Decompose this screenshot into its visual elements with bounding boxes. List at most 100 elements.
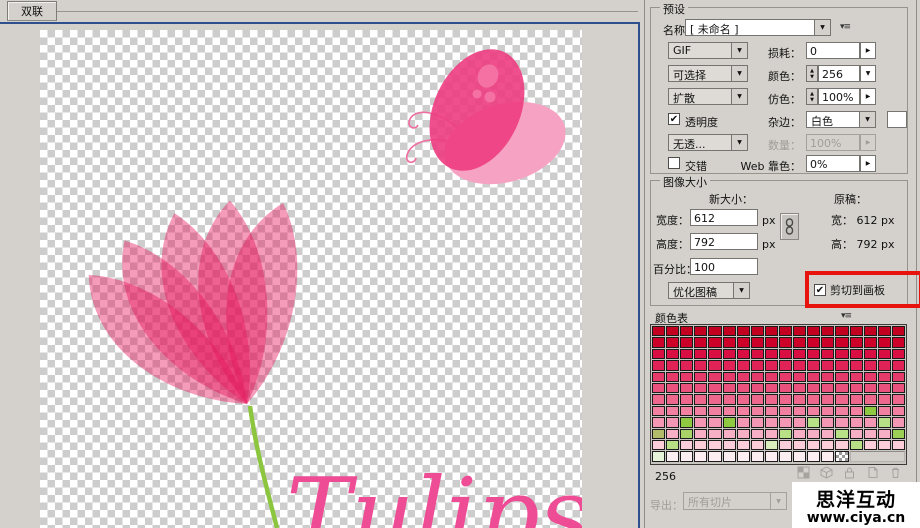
color-swatch[interactable] <box>723 451 736 461</box>
color-swatch[interactable] <box>878 337 891 347</box>
stepper-down-icon[interactable]: ▼ <box>810 97 814 103</box>
color-swatch[interactable] <box>793 451 806 461</box>
color-swatch[interactable] <box>892 440 905 450</box>
colors-field[interactable]: 256 <box>818 65 860 82</box>
color-swatch[interactable] <box>850 417 863 427</box>
color-swatch[interactable] <box>737 394 750 404</box>
color-swatch[interactable] <box>680 337 693 347</box>
snap-to-web-palette-icon[interactable] <box>797 466 810 479</box>
color-swatch[interactable] <box>864 440 877 450</box>
color-swatch[interactable] <box>666 429 679 439</box>
color-swatch[interactable] <box>779 406 792 416</box>
color-swatch[interactable] <box>751 406 764 416</box>
lossy-field[interactable]: 0 <box>806 42 860 59</box>
color-swatch[interactable] <box>892 406 905 416</box>
color-swatch[interactable] <box>666 417 679 427</box>
color-swatch[interactable] <box>723 429 736 439</box>
color-swatch[interactable] <box>807 406 820 416</box>
dither-slider-button[interactable]: ▶ <box>860 88 876 105</box>
color-swatch[interactable] <box>835 451 848 461</box>
color-swatch[interactable] <box>694 440 707 450</box>
optimize-artwork-dropdown[interactable]: 优化图稿 ▼ <box>668 282 750 299</box>
color-table-menu-icon[interactable]: ▾≡ <box>841 311 851 321</box>
new-color-icon[interactable] <box>866 466 879 479</box>
color-swatch[interactable] <box>694 383 707 393</box>
color-swatch[interactable] <box>835 440 848 450</box>
color-swatch[interactable] <box>835 372 848 382</box>
color-swatch[interactable] <box>694 337 707 347</box>
chevron-down-icon[interactable]: ▼ <box>731 89 747 104</box>
color-swatch[interactable] <box>737 337 750 347</box>
color-swatch[interactable] <box>850 337 863 347</box>
color-swatch[interactable] <box>864 417 877 427</box>
color-swatch[interactable] <box>708 360 721 370</box>
color-swatch[interactable] <box>821 417 834 427</box>
color-swatch[interactable] <box>765 451 778 461</box>
color-swatch[interactable] <box>652 394 665 404</box>
color-swatch[interactable] <box>807 349 820 359</box>
color-swatch[interactable] <box>779 440 792 450</box>
web-shift-cube-icon[interactable] <box>820 466 833 479</box>
chevron-down-icon[interactable]: ▼ <box>731 43 747 58</box>
color-swatch[interactable] <box>864 360 877 370</box>
color-swatch[interactable] <box>708 440 721 450</box>
color-swatch[interactable] <box>652 417 665 427</box>
color-swatch[interactable] <box>793 349 806 359</box>
color-swatch[interactable] <box>850 349 863 359</box>
color-swatch[interactable] <box>680 372 693 382</box>
chevron-down-icon[interactable]: ▼ <box>731 135 747 150</box>
color-swatch[interactable] <box>765 394 778 404</box>
color-swatch[interactable] <box>751 383 764 393</box>
color-swatch[interactable] <box>821 429 834 439</box>
color-swatch[interactable] <box>708 451 721 461</box>
lossy-slider-button[interactable]: ▶ <box>860 42 876 59</box>
color-swatch[interactable] <box>878 406 891 416</box>
color-swatch[interactable] <box>779 360 792 370</box>
color-swatch[interactable] <box>694 394 707 404</box>
color-swatch[interactable] <box>708 417 721 427</box>
color-swatch[interactable] <box>835 406 848 416</box>
color-swatch[interactable] <box>666 383 679 393</box>
color-swatch[interactable] <box>680 429 693 439</box>
color-swatch[interactable] <box>793 326 806 336</box>
color-swatch[interactable] <box>793 406 806 416</box>
color-swatch[interactable] <box>723 326 736 336</box>
color-swatch[interactable] <box>666 394 679 404</box>
color-swatch[interactable] <box>765 337 778 347</box>
color-swatch[interactable] <box>737 451 750 461</box>
color-swatch[interactable] <box>694 417 707 427</box>
color-swatch[interactable] <box>765 406 778 416</box>
format-dropdown[interactable]: GIF ▼ <box>668 42 748 59</box>
color-swatch[interactable] <box>694 372 707 382</box>
color-swatch[interactable] <box>737 349 750 359</box>
websnap-field[interactable]: 0% <box>806 155 860 172</box>
color-swatch[interactable] <box>751 394 764 404</box>
color-swatch[interactable] <box>807 326 820 336</box>
color-swatch[interactable] <box>835 337 848 347</box>
color-swatch[interactable] <box>878 360 891 370</box>
color-swatch[interactable] <box>864 429 877 439</box>
color-swatch[interactable] <box>892 337 905 347</box>
artboard-canvas[interactable]: Tulips <box>40 30 582 528</box>
color-swatch[interactable] <box>666 337 679 347</box>
color-swatch[interactable] <box>807 417 820 427</box>
color-swatch[interactable] <box>878 417 891 427</box>
color-swatch[interactable] <box>737 406 750 416</box>
websnap-slider-button[interactable]: ▶ <box>860 155 876 172</box>
color-swatch[interactable] <box>751 360 764 370</box>
color-swatch[interactable] <box>779 417 792 427</box>
color-swatch[interactable] <box>666 451 679 461</box>
color-swatch[interactable] <box>652 406 665 416</box>
clip-to-artboard-checkbox[interactable]: ✔ <box>814 284 826 296</box>
color-swatch[interactable] <box>652 429 665 439</box>
color-swatch[interactable] <box>892 372 905 382</box>
color-swatch[interactable] <box>652 326 665 336</box>
color-swatch[interactable] <box>737 372 750 382</box>
transparency-dither-dropdown[interactable]: 无透... ▼ <box>668 134 748 151</box>
color-swatch[interactable] <box>737 440 750 450</box>
color-swatch[interactable] <box>779 326 792 336</box>
color-swatch[interactable] <box>779 372 792 382</box>
color-swatch[interactable] <box>680 417 693 427</box>
color-swatch[interactable] <box>694 451 707 461</box>
color-swatch[interactable] <box>779 349 792 359</box>
